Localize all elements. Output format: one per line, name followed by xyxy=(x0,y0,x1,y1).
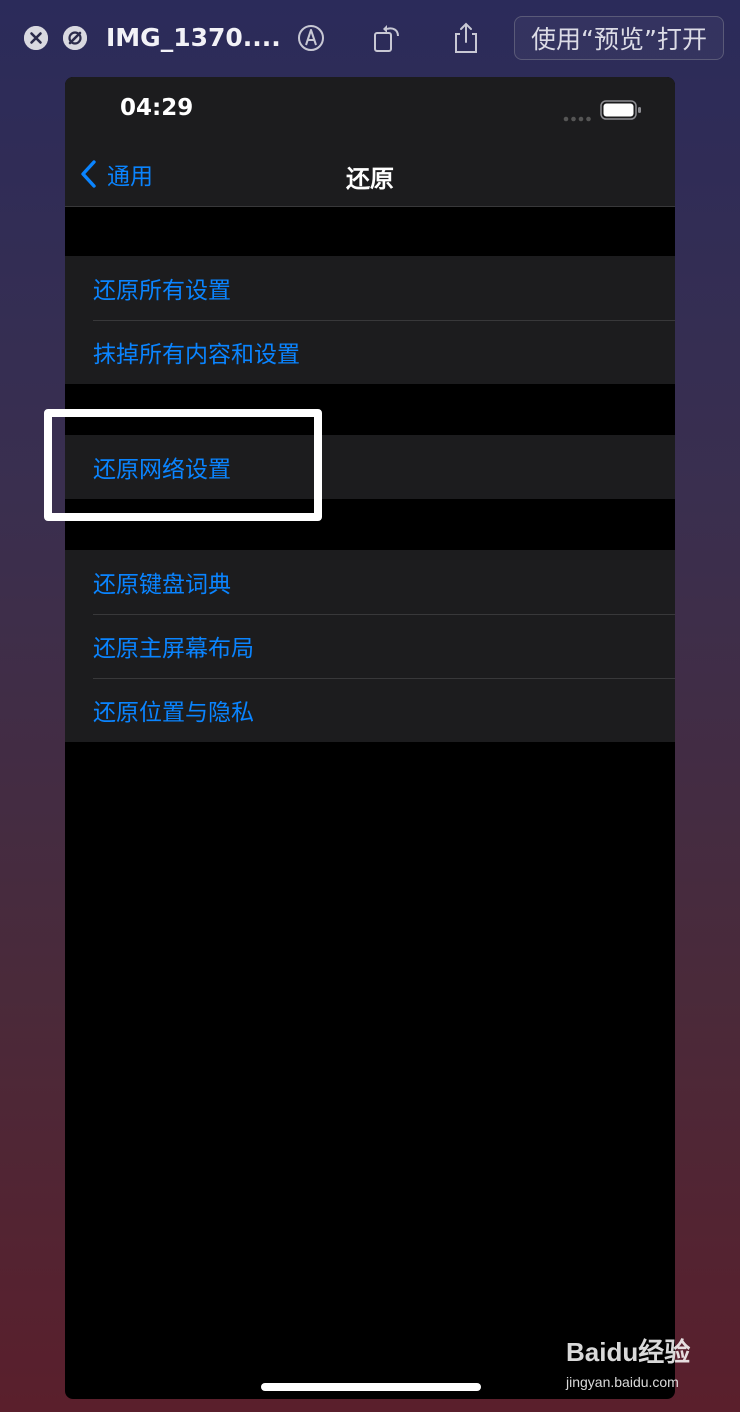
share-icon[interactable] xyxy=(451,21,481,55)
baidu-watermark: Baidu经验 jingyan.baidu.com xyxy=(566,1330,726,1398)
status-time: 04:29 xyxy=(120,95,194,121)
navigation-bar: 通用 还原 xyxy=(65,141,675,207)
watermark-url: jingyan.baidu.com xyxy=(566,1374,679,1390)
erase-all-content-and-settings[interactable]: 抹掉所有内容和设置 xyxy=(65,320,675,384)
status-bar: 04:29 xyxy=(65,77,675,141)
markup-icon[interactable] xyxy=(296,21,326,55)
rotate-icon[interactable] xyxy=(371,21,401,55)
reset-home-screen-layout[interactable]: 还原主屏幕布局 xyxy=(65,614,675,678)
watermark-brand: Baidu经验 xyxy=(566,1337,691,1367)
signal-icon xyxy=(563,109,593,122)
row-label: 还原位置与隐私 xyxy=(93,700,254,726)
close-icon[interactable] xyxy=(24,26,48,50)
home-indicator xyxy=(261,1383,481,1391)
reset-location-and-privacy[interactable]: 还原位置与隐私 xyxy=(65,678,675,742)
zoom-icon[interactable] xyxy=(63,26,87,50)
highlight-box xyxy=(44,409,322,521)
document-title: IMG_1370.... xyxy=(106,23,281,52)
page-title: 还原 xyxy=(346,165,394,193)
reset-group-1: 还原所有设置 抹掉所有内容和设置 xyxy=(65,256,675,384)
reset-group-3: 还原键盘词典 还原主屏幕布局 还原位置与隐私 xyxy=(65,550,675,742)
reset-keyboard-dictionary[interactable]: 还原键盘词典 xyxy=(65,550,675,614)
open-with-preview-button[interactable]: 使用“预览”打开 xyxy=(514,16,724,60)
row-label: 抹掉所有内容和设置 xyxy=(93,342,300,368)
row-label: 还原键盘词典 xyxy=(93,572,231,598)
row-label: 还原所有设置 xyxy=(93,278,231,304)
reset-all-settings[interactable]: 还原所有设置 xyxy=(65,256,675,320)
row-label: 还原主屏幕布局 xyxy=(93,636,254,662)
battery-icon xyxy=(600,100,642,120)
phone-screenshot: 04:29 通用 还原 还原所有设置 抹掉所有内容和设置 还原网络设置 还原键盘… xyxy=(65,77,675,1399)
quicklook-toolbar: IMG_1370.... 使用“预览”打开 xyxy=(0,0,740,76)
